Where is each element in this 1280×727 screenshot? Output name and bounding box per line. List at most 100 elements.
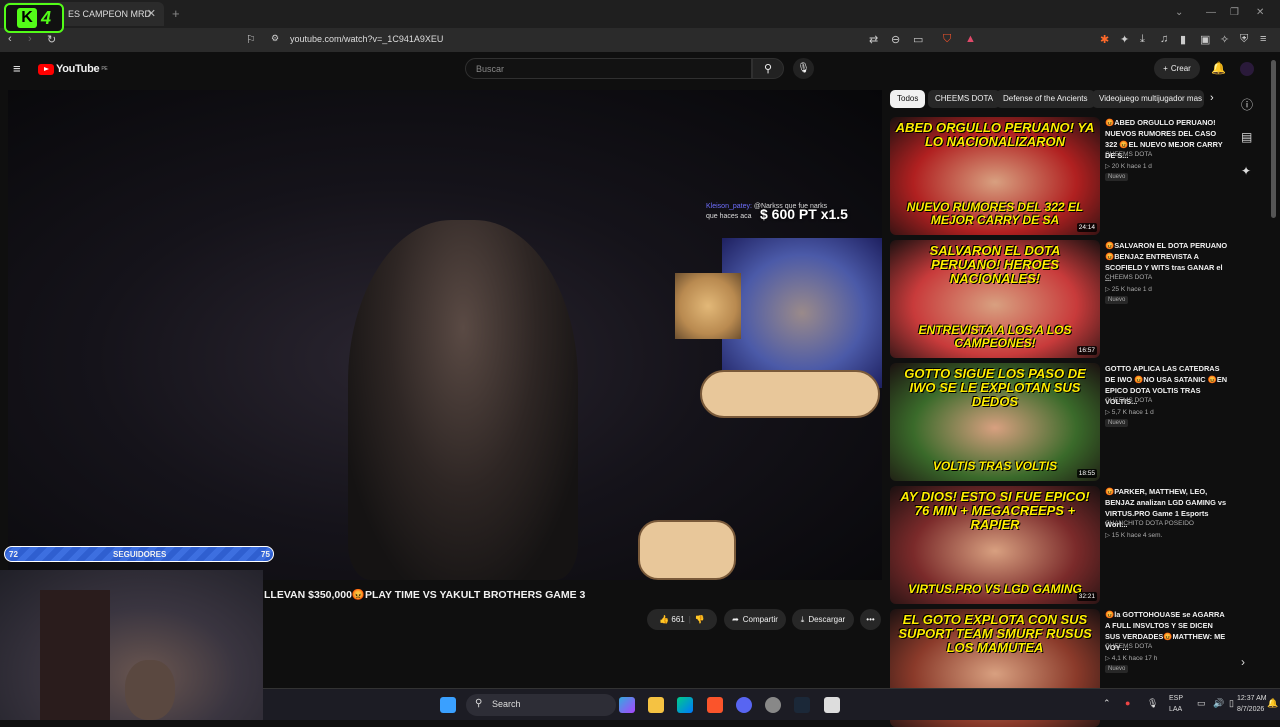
app-icon[interactable] bbox=[765, 697, 781, 713]
tray-chevron-icon[interactable]: ⌃ bbox=[1103, 698, 1111, 709]
notification-icon[interactable]: 🔔 bbox=[1267, 698, 1278, 709]
share-button[interactable]: ➦ Compartir bbox=[724, 609, 786, 630]
brave-icon[interactable] bbox=[707, 697, 723, 713]
new-tab-button[interactable]: + bbox=[172, 6, 180, 21]
media-icon[interactable]: ♫ bbox=[1160, 33, 1168, 45]
battery-icon[interactable]: ▯ bbox=[1229, 698, 1234, 709]
related-channel[interactable]: CHEEMS DOTA bbox=[1105, 274, 1152, 281]
video-duration: 16:57 bbox=[1076, 346, 1097, 355]
like-button[interactable]: 👍 661 bbox=[659, 615, 685, 624]
lang-bottom[interactable]: LAA bbox=[1169, 706, 1182, 713]
video-thumbnail[interactable]: AY DIOS! ESTO SI FUE EPICO! 76 MIN + MEG… bbox=[890, 486, 1100, 604]
download-icon[interactable]: ⤓ bbox=[1140, 33, 1145, 46]
related-channel[interactable]: CHEEMS DOTA bbox=[1105, 643, 1152, 650]
extensions-puzzle-icon[interactable]: ✦ bbox=[1120, 33, 1129, 46]
related-channel[interactable]: CHANCHITO DOTA POSEIDO bbox=[1105, 520, 1194, 527]
related-channel[interactable]: CHEEMS DOTA bbox=[1105, 151, 1152, 158]
tray-app-icon[interactable]: ● bbox=[1125, 698, 1130, 708]
network-icon[interactable]: ▭ bbox=[1197, 698, 1206, 709]
youtube-region: PE bbox=[101, 66, 108, 72]
page-scrollbar[interactable] bbox=[1271, 60, 1276, 218]
youtube-logo-text: YouTube bbox=[56, 63, 100, 75]
voice-search-button[interactable]: 🎙 bbox=[793, 58, 814, 79]
copilot-icon[interactable] bbox=[619, 697, 635, 713]
menu-icon[interactable]: ≡ bbox=[1260, 33, 1266, 45]
maximize-icon[interactable]: ❐ bbox=[1230, 7, 1239, 18]
related-video[interactable]: AY DIOS! ESTO SI FUE EPICO! 76 MIN + MEG… bbox=[890, 486, 1230, 604]
related-video[interactable]: GOTTO SIGUE LOS PASO DE IWO SE LE EXPLOT… bbox=[890, 363, 1230, 481]
leo-ai-icon[interactable]: ✧ bbox=[1220, 33, 1229, 46]
forward-icon[interactable]: › bbox=[28, 33, 32, 45]
back-icon[interactable]: ‹ bbox=[8, 33, 12, 45]
tray-mic-icon[interactable]: 🎙 bbox=[1147, 698, 1158, 709]
window-close-icon[interactable]: ✕ bbox=[1256, 7, 1264, 18]
vpn-icon[interactable]: ⛨ bbox=[1240, 33, 1248, 46]
app-icon-2[interactable] bbox=[824, 697, 840, 713]
taskbar-search[interactable]: ⚲ Search bbox=[466, 694, 616, 716]
download-button[interactable]: ⤓ Descargar bbox=[792, 609, 854, 630]
download-label: Descargar bbox=[808, 615, 846, 624]
clock-time[interactable]: 12:37 AM bbox=[1237, 695, 1267, 702]
video-thumbnail[interactable]: SALVARON EL DOTA PERUANO! HEROES NACIONA… bbox=[890, 240, 1100, 358]
create-button[interactable]: + Crear bbox=[1154, 58, 1200, 79]
related-channel[interactable]: CHEEMS DOTA bbox=[1105, 397, 1152, 404]
search-button[interactable]: ⚲ bbox=[752, 58, 784, 79]
guide-menu-icon[interactable]: ≡ bbox=[13, 61, 21, 76]
zoom-icon[interactable]: ⊖ bbox=[891, 33, 900, 46]
search-input[interactable]: Buscar bbox=[465, 58, 752, 79]
brave-shield-icon[interactable]: ⛉ bbox=[943, 33, 951, 46]
kick-overlay-logo: K 4 bbox=[4, 3, 64, 33]
streamer-webcam bbox=[0, 570, 263, 720]
new-badge: Nuevo bbox=[1105, 419, 1129, 427]
extension-icon[interactable]: ✱ bbox=[1100, 33, 1109, 46]
cast-icon[interactable]: ▭ bbox=[913, 33, 923, 46]
clock-date[interactable]: 8/7/2026 bbox=[1237, 706, 1264, 713]
lang-top[interactable]: ESP bbox=[1169, 695, 1183, 702]
discord-icon[interactable] bbox=[736, 697, 752, 713]
steam-icon[interactable] bbox=[794, 697, 810, 713]
sidebar-icon[interactable]: ▮ bbox=[1180, 33, 1186, 46]
related-video[interactable]: SALVARON EL DOTA PERUANO! HEROES NACIONA… bbox=[890, 240, 1230, 358]
chip-0[interactable]: Todos bbox=[890, 90, 926, 108]
follow-label: SEGUIDORES bbox=[113, 550, 167, 559]
bookmark-icon[interactable]: ⚐ bbox=[246, 33, 256, 46]
youtube-logo[interactable]: YouTube PE bbox=[38, 63, 108, 75]
chip-3[interactable]: Videojuego multijugador mas bbox=[1092, 90, 1204, 108]
volume-icon[interactable]: 🔊 bbox=[1213, 698, 1224, 709]
tab-list-chevron-icon[interactable]: ⌄ bbox=[1175, 7, 1183, 18]
video-thumbnail[interactable]: ABED ORGULLO PERUANO! YA LO NACIONALIZAR… bbox=[890, 117, 1100, 235]
more-actions-button[interactable]: ••• bbox=[860, 609, 881, 630]
chips-next-chevron-icon[interactable]: › bbox=[1210, 92, 1214, 104]
chip-1[interactable]: CHEEMS DOTA bbox=[928, 90, 1001, 108]
search-icon: ⚲ bbox=[763, 63, 773, 75]
share-label: Compartir bbox=[742, 615, 778, 624]
dislike-button[interactable]: 👎 bbox=[695, 615, 705, 624]
start-windows-icon[interactable] bbox=[440, 697, 456, 713]
youtube-play-icon bbox=[38, 63, 54, 75]
brave-rewards-icon[interactable]: ▲ bbox=[965, 33, 976, 45]
related-video[interactable]: ABED ORGULLO PERUANO! YA LO NACIONALIZAR… bbox=[890, 117, 1230, 235]
tab-close-icon[interactable]: ✕ bbox=[147, 7, 156, 20]
comments-icon[interactable]: ▤ bbox=[1241, 130, 1252, 144]
minimize-icon[interactable]: — bbox=[1206, 7, 1216, 18]
wallet-icon[interactable]: ▣ bbox=[1200, 33, 1210, 46]
microphone-icon: 🎙 bbox=[797, 63, 810, 74]
avatar[interactable] bbox=[1240, 62, 1254, 76]
url-field[interactable]: youtube.com/watch?v=_1C941A9XEU bbox=[290, 34, 443, 44]
video-duration: 32:21 bbox=[1076, 592, 1097, 601]
video-thumbnail[interactable]: GOTTO SIGUE LOS PASO DE IWO SE LE EXPLOT… bbox=[890, 363, 1100, 481]
like-count: 661 bbox=[671, 615, 685, 624]
translate-icon[interactable]: ⇄ bbox=[869, 33, 878, 46]
sparkle-icon[interactable]: ✦ bbox=[1241, 164, 1251, 178]
video-player[interactable]: Kleison_patey: @Narkss que fue narks que… bbox=[8, 90, 882, 580]
reload-icon[interactable]: ↻ bbox=[47, 33, 56, 46]
info-icon[interactable]: ⓘ bbox=[1241, 96, 1253, 113]
related-next-chevron-icon[interactable]: › bbox=[1241, 655, 1245, 669]
chip-2[interactable]: Defense of the Ancients bbox=[996, 90, 1095, 108]
edge-icon[interactable] bbox=[677, 697, 693, 713]
file-explorer-icon[interactable] bbox=[648, 697, 664, 713]
site-info-icon[interactable]: ⚙ bbox=[271, 33, 279, 44]
points-overlay: $ 600 PT x1.5 bbox=[760, 206, 848, 222]
notifications-bell-icon[interactable]: 🔔 bbox=[1211, 61, 1226, 75]
thumbnail-caption-top: SALVARON EL DOTA PERUANO! HEROES NACIONA… bbox=[929, 243, 1061, 286]
